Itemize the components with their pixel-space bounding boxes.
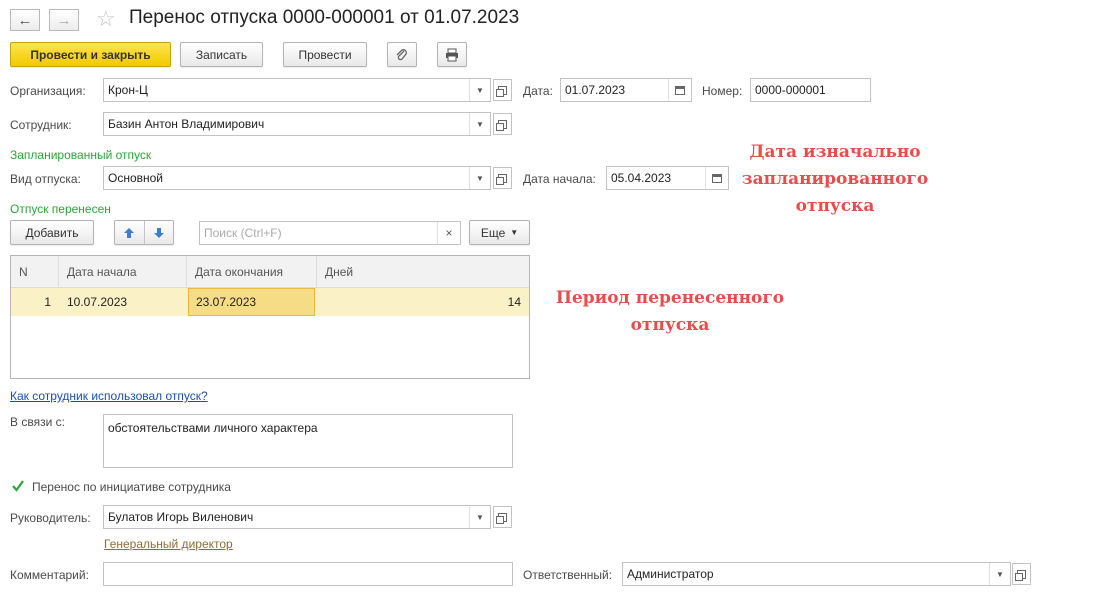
organization-value: Крон-Ц bbox=[108, 83, 148, 97]
annotation-line: Дата изначально bbox=[749, 142, 921, 162]
column-header[interactable]: N bbox=[11, 256, 59, 287]
search-placeholder: Поиск (Ctrl+F) bbox=[204, 226, 282, 240]
annotation-line: отпуска bbox=[795, 196, 875, 216]
organization-field[interactable]: Крон-Ц ▼ bbox=[103, 78, 491, 102]
responsible-value: Администратор bbox=[627, 567, 714, 581]
organization-label: Организация: bbox=[10, 84, 86, 98]
arrow-left-icon: ← bbox=[17, 11, 33, 29]
chevron-down-icon[interactable]: ▼ bbox=[989, 563, 1010, 585]
open-icon bbox=[1015, 569, 1026, 581]
print-button[interactable] bbox=[437, 42, 467, 67]
vacation-type-value: Основной bbox=[108, 171, 164, 185]
forward-button[interactable]: → bbox=[49, 9, 79, 31]
row-days[interactable]: 14 bbox=[317, 288, 521, 316]
open-icon bbox=[496, 512, 507, 524]
open-icon bbox=[496, 173, 507, 185]
moved-section-title: Отпуск перенесен bbox=[10, 202, 111, 216]
row-start-date[interactable]: 10.07.2023 bbox=[59, 288, 187, 316]
chevron-down-icon[interactable]: ▼ bbox=[469, 506, 490, 528]
manager-field[interactable]: Булатов Игорь Виленович ▼ bbox=[103, 505, 491, 529]
manager-label: Руководитель: bbox=[10, 511, 91, 525]
employee-value: Базин Антон Владимирович bbox=[108, 117, 265, 131]
responsible-label: Ответственный: bbox=[523, 568, 613, 582]
manager-value: Булатов Игорь Виленович bbox=[108, 510, 254, 524]
chevron-down-icon[interactable]: ▼ bbox=[469, 113, 490, 135]
vacation-type-label: Вид отпуска: bbox=[10, 172, 81, 186]
number-field[interactable]: 0000-000001 bbox=[750, 78, 871, 102]
employee-label: Сотрудник: bbox=[10, 118, 72, 132]
column-header[interactable]: Дата начала bbox=[59, 256, 187, 287]
planned-section-title: Запланированный отпуск bbox=[10, 148, 152, 162]
open-responsible-button[interactable] bbox=[1012, 563, 1031, 585]
number-label: Номер: bbox=[702, 84, 743, 98]
date-value: 01.07.2023 bbox=[565, 83, 626, 97]
initiative-label: Перенос по инициативе сотрудника bbox=[32, 480, 231, 494]
move-buttons bbox=[114, 220, 174, 245]
post-and-close-button[interactable]: Провести и закрыть bbox=[10, 42, 171, 67]
attach-button[interactable] bbox=[387, 42, 417, 67]
usage-link[interactable]: Как сотрудник использовал отпуск? bbox=[10, 389, 208, 403]
more-button[interactable]: Еще ▼ bbox=[469, 220, 530, 245]
column-header[interactable]: Дата окончания bbox=[187, 256, 317, 287]
chevron-down-icon[interactable]: ▼ bbox=[469, 167, 490, 189]
vacation-periods-table: N Дата начала Дата окончания Дней 1 10.0… bbox=[10, 255, 530, 379]
back-button[interactable]: ← bbox=[10, 9, 40, 31]
arrow-up-icon bbox=[124, 227, 135, 238]
save-button[interactable]: Записать bbox=[180, 42, 263, 67]
date-field[interactable]: 01.07.2023 bbox=[560, 78, 692, 102]
comment-label: Комментарий: bbox=[10, 568, 89, 582]
chevron-down-icon: ▼ bbox=[510, 228, 519, 237]
arrow-down-icon bbox=[153, 227, 164, 238]
open-vacation-type-button[interactable] bbox=[493, 167, 512, 189]
move-up-button[interactable] bbox=[115, 221, 145, 244]
row-end-date[interactable]: 23.07.2023 bbox=[188, 288, 315, 316]
vacation-type-field[interactable]: Основной ▼ bbox=[103, 166, 491, 190]
calendar-icon[interactable] bbox=[705, 167, 728, 189]
responsible-field[interactable]: Администратор ▼ bbox=[622, 562, 1011, 586]
annotation-line: отпуска bbox=[630, 315, 710, 335]
table-row[interactable]: 1 10.07.2023 23.07.2023 14 bbox=[11, 288, 529, 316]
calendar-icon[interactable] bbox=[668, 79, 691, 101]
open-icon bbox=[496, 119, 507, 131]
open-organization-button[interactable] bbox=[493, 79, 512, 101]
reason-value: обстоятельствами личного характера bbox=[108, 421, 318, 435]
annotation-line: Период перенесенного bbox=[555, 288, 785, 308]
annotation-line: запланированного bbox=[741, 169, 929, 189]
open-icon bbox=[496, 85, 507, 97]
page-title: Перенос отпуска 0000-000001 от 01.07.202… bbox=[129, 7, 520, 28]
more-label: Еще bbox=[480, 225, 506, 240]
checkmark-icon bbox=[12, 480, 24, 492]
planned-date-annotation: Дата изначально запланированного отпуска bbox=[730, 139, 940, 220]
move-down-button[interactable] bbox=[145, 221, 174, 244]
arrow-right-icon: → bbox=[56, 11, 72, 29]
start-date-value: 05.04.2023 bbox=[611, 171, 672, 185]
table-header: N Дата начала Дата окончания Дней bbox=[11, 256, 529, 288]
start-date-field[interactable]: 05.04.2023 bbox=[606, 166, 729, 190]
printer-icon bbox=[446, 48, 458, 61]
open-employee-button[interactable] bbox=[493, 113, 512, 135]
search-input[interactable]: Поиск (Ctrl+F) × bbox=[199, 221, 461, 245]
row-number: 1 bbox=[44, 295, 51, 309]
number-value: 0000-000001 bbox=[755, 83, 826, 97]
date-label: Дата: bbox=[523, 84, 553, 98]
manager-position-link[interactable]: Генеральный директор bbox=[104, 537, 233, 551]
star-icon[interactable]: ☆ bbox=[96, 6, 116, 32]
comment-field[interactable] bbox=[103, 562, 513, 586]
clear-search-icon[interactable]: × bbox=[437, 222, 460, 244]
moved-period-annotation: Период перенесенного отпуска bbox=[545, 285, 795, 339]
open-manager-button[interactable] bbox=[493, 506, 512, 528]
reason-label: В связи с: bbox=[10, 415, 65, 429]
reason-textarea[interactable]: обстоятельствами личного характера bbox=[103, 414, 513, 468]
chevron-down-icon[interactable]: ▼ bbox=[469, 79, 490, 101]
initiative-checkbox[interactable] bbox=[11, 479, 25, 493]
start-date-label: Дата начала: bbox=[523, 172, 596, 186]
post-button[interactable]: Провести bbox=[283, 42, 367, 67]
column-header[interactable]: Дней bbox=[317, 256, 529, 287]
paperclip-icon bbox=[396, 48, 407, 60]
add-row-button[interactable]: Добавить bbox=[10, 220, 94, 245]
employee-field[interactable]: Базин Антон Владимирович ▼ bbox=[103, 112, 491, 136]
